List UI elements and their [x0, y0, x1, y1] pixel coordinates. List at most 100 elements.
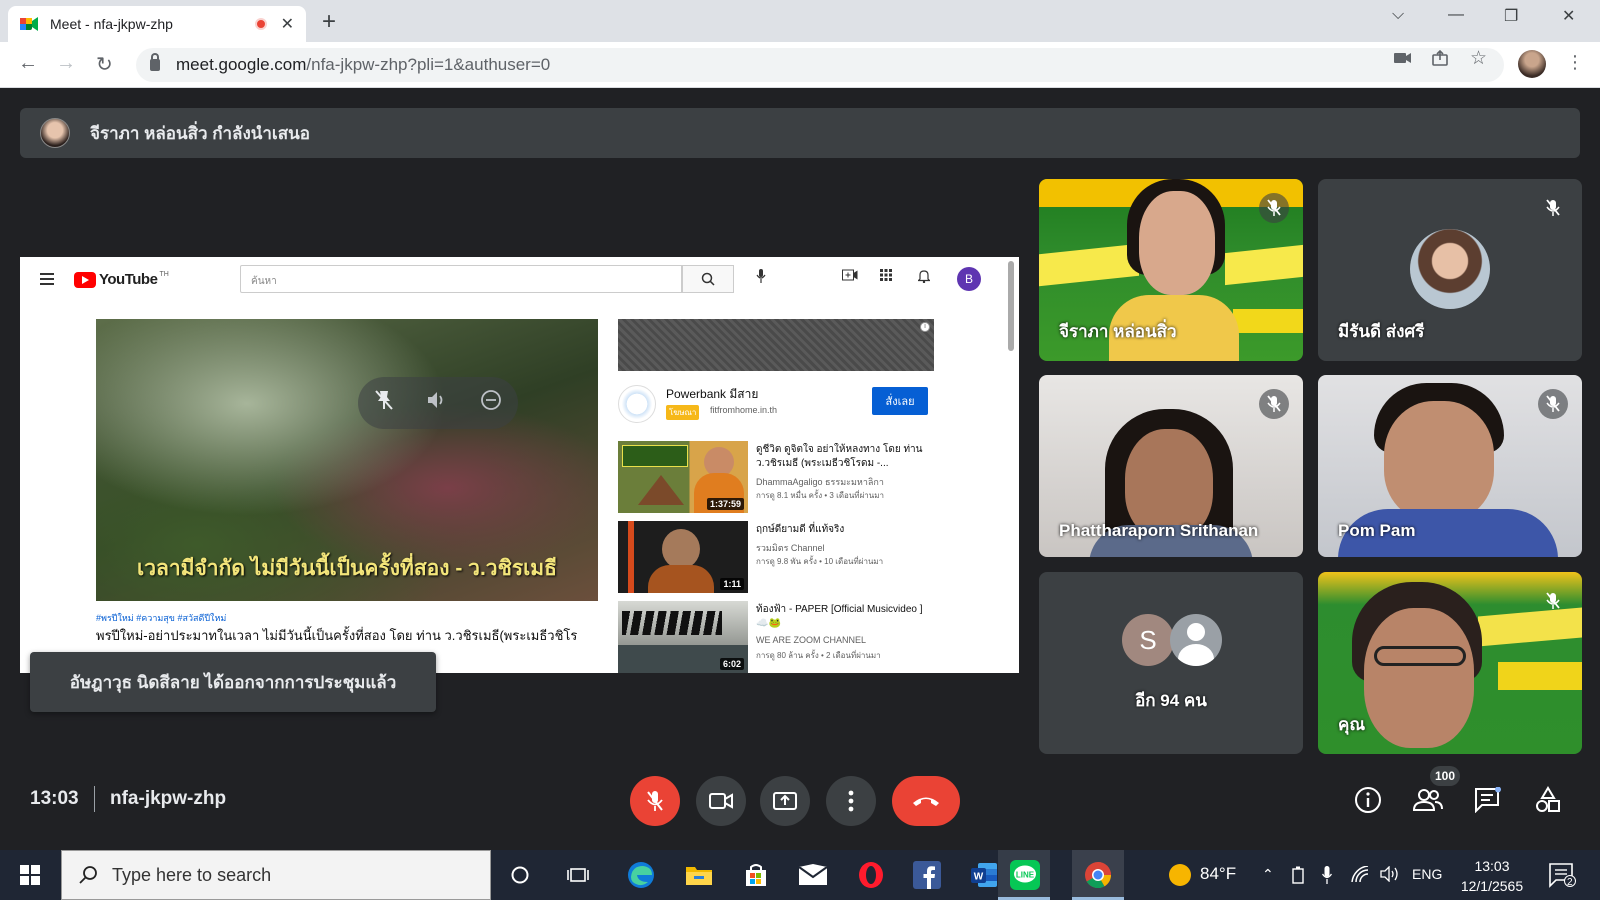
ad-badge: โฆษณา: [666, 405, 700, 420]
video-duration: 6:02: [719, 658, 744, 670]
microsoft-store-icon[interactable]: [740, 859, 772, 891]
browser-menu-icon[interactable]: ⋮: [1566, 52, 1584, 73]
taskbar-date: 12/1/2565: [1460, 878, 1524, 894]
url-path: /nfa-jkpw-zhp?pli=1&authuser=0: [306, 55, 551, 74]
recommended-video[interactable]: 1:37:59 ดูชีวิต ดูจิตใจ อย่าให้หลงทาง โด…: [618, 441, 934, 521]
address-bar[interactable]: meet.google.com/nfa-jkpw-zhp?pli=1&authu…: [136, 48, 1504, 82]
video-thumbnail[interactable]: 1:37:59: [618, 441, 748, 513]
participants-button[interactable]: [1412, 784, 1444, 816]
search-icon: [79, 866, 97, 884]
share-icon[interactable]: [1432, 49, 1450, 71]
self-view-tile[interactable]: คุณ: [1318, 572, 1582, 754]
url-host: meet.google.com: [176, 55, 307, 74]
rec-title: ท้องฟ้า - PAPER [Official Musicvideo ] ☁…: [756, 604, 923, 629]
microphone-tray-icon[interactable]: [1321, 866, 1333, 887]
youtube-region: TH: [159, 271, 169, 278]
camera-in-use-icon[interactable]: [1394, 50, 1412, 70]
ad-info-icon[interactable]: i: [920, 322, 930, 332]
leave-call-button[interactable]: [892, 776, 960, 826]
participant-tile[interactable]: จีราภา หล่อนสิ่ว: [1039, 179, 1303, 361]
video-thumbnail[interactable]: 6:02: [618, 601, 748, 673]
volume-icon[interactable]: [426, 390, 448, 416]
meeting-clock: 13:03: [30, 788, 79, 809]
participant-name: Pom Pam: [1338, 521, 1416, 540]
file-explorer-icon[interactable]: [683, 859, 715, 891]
recommended-video[interactable]: 6:02 ท้องฟ้า - PAPER [Official Musicvide…: [618, 601, 934, 673]
battery-icon[interactable]: [1292, 866, 1304, 887]
mic-toggle-button[interactable]: [630, 776, 680, 826]
windows-taskbar: Type here to search W LINE 84°F ⌃ ENG 13…: [0, 850, 1600, 900]
ad-cta-button[interactable]: สั่งเลย: [872, 387, 928, 415]
browser-tab-meet[interactable]: Meet - nfa-jkpw-zhp ✕: [8, 6, 306, 42]
muted-mic-icon: [1259, 389, 1289, 419]
mail-icon[interactable]: [797, 859, 829, 891]
chrome-icon[interactable]: [1082, 859, 1114, 891]
notifications-bell-icon[interactable]: [917, 269, 931, 286]
participant-name: Phattharaporn Srithanan: [1059, 521, 1259, 540]
task-view-icon[interactable]: [562, 859, 594, 891]
meeting-details-button[interactable]: [1352, 784, 1384, 816]
taskbar-search-box[interactable]: Type here to search: [61, 850, 491, 900]
show-hidden-icons-icon[interactable]: ⌃: [1262, 866, 1274, 883]
rec-channel: DhammaAgaligo ธรรมะมหาลิกา: [756, 477, 884, 487]
rec-meta: การดู 80 ล้าน ครั้ง • 2 เดือนที่ผ่านมา: [756, 651, 881, 660]
rec-meta: การดู 9.8 พัน ครั้ง • 10 เดือนที่ผ่านมา: [756, 557, 884, 566]
create-video-icon[interactable]: [842, 269, 858, 284]
forward-arrow-icon[interactable]: →: [56, 52, 76, 75]
youtube-video-player[interactable]: เวลามีจำกัด ไม่มีวันนี้เป็นครั้งที่สอง -…: [96, 319, 598, 601]
temperature[interactable]: 84°F: [1200, 864, 1236, 884]
camera-toggle-button[interactable]: [696, 776, 746, 826]
youtube-header: YouTube TH ค้นหา B: [20, 257, 1019, 309]
participant-tile[interactable]: มีรันดี ส่งศรี: [1318, 179, 1582, 361]
tab-title: Meet - nfa-jkpw-zhp: [50, 16, 173, 32]
facebook-icon[interactable]: [911, 859, 943, 891]
bookmark-star-icon[interactable]: ☆: [1470, 47, 1487, 70]
youtube-search-button[interactable]: [682, 265, 734, 293]
svg-text:LINE: LINE: [1016, 871, 1035, 880]
wifi-icon[interactable]: [1350, 865, 1370, 885]
recommended-video[interactable]: 1:11 ฤกษ์ดียามดี ที่แท้จริง รวมมิตร Chan…: [618, 521, 934, 601]
restore-icon[interactable]: ❐: [1504, 6, 1518, 26]
tab-search-chevron-icon[interactable]: ⌵: [1392, 6, 1404, 24]
microphone-icon[interactable]: [756, 269, 766, 286]
word-icon[interactable]: W: [968, 859, 1000, 891]
taskbar-clock[interactable]: 13:03 12/1/2565: [1452, 856, 1532, 896]
window-close-icon[interactable]: ✕: [1562, 6, 1575, 26]
page-scrollbar[interactable]: [1008, 261, 1014, 351]
youtube-account-avatar[interactable]: B: [957, 267, 981, 291]
ad-banner[interactable]: [618, 319, 934, 371]
more-participants-tile[interactable]: S อีก 94 คน: [1039, 572, 1303, 754]
hamburger-menu-icon[interactable]: [40, 273, 54, 285]
minimize-icon[interactable]: —: [1448, 6, 1464, 24]
ad-row[interactable]: Powerbank มีสาย โฆษณา fitfromhome.in.th …: [618, 381, 934, 425]
cortana-icon[interactable]: [504, 859, 536, 891]
svg-text:W: W: [974, 872, 984, 883]
opera-icon[interactable]: [855, 859, 887, 891]
reload-icon[interactable]: ↻: [96, 52, 113, 77]
rec-title: ฤกษ์ดียามดี ที่แท้จริง: [756, 524, 845, 535]
more-options-button[interactable]: [826, 776, 876, 826]
unpin-icon[interactable]: [374, 389, 394, 417]
chat-button[interactable]: [1472, 784, 1504, 816]
youtube-logo[interactable]: YouTube TH: [74, 271, 169, 288]
ad-site: fitfromhome.in.th: [710, 405, 778, 415]
participant-tile[interactable]: Pom Pam: [1318, 375, 1582, 557]
windows-start-icon[interactable]: [14, 859, 46, 891]
edge-browser-icon[interactable]: [625, 859, 657, 891]
present-screen-button[interactable]: [760, 776, 810, 826]
volume-tray-icon[interactable]: [1380, 865, 1400, 885]
new-tab-button[interactable]: +: [322, 8, 336, 36]
activities-button[interactable]: [1532, 784, 1564, 816]
language-indicator[interactable]: ENG: [1412, 866, 1442, 882]
remove-icon[interactable]: [480, 389, 502, 417]
video-thumbnail[interactable]: 1:11: [618, 521, 748, 593]
browser-tab-strip: Meet - nfa-jkpw-zhp ✕ + ⌵ — ❐ ✕: [0, 0, 1600, 42]
participant-tile[interactable]: Phattharaporn Srithanan: [1039, 375, 1303, 557]
tab-close-icon[interactable]: ✕: [281, 14, 294, 34]
youtube-search-input[interactable]: ค้นหา: [240, 265, 682, 293]
back-arrow-icon[interactable]: ←: [18, 52, 38, 75]
line-app-icon[interactable]: LINE: [1009, 859, 1041, 891]
apps-grid-icon[interactable]: [880, 269, 892, 284]
profile-avatar[interactable]: [1518, 50, 1546, 78]
video-hashtags[interactable]: #พรปีใหม่ #ความสุข #สวัสดีปีใหม่: [96, 611, 226, 625]
